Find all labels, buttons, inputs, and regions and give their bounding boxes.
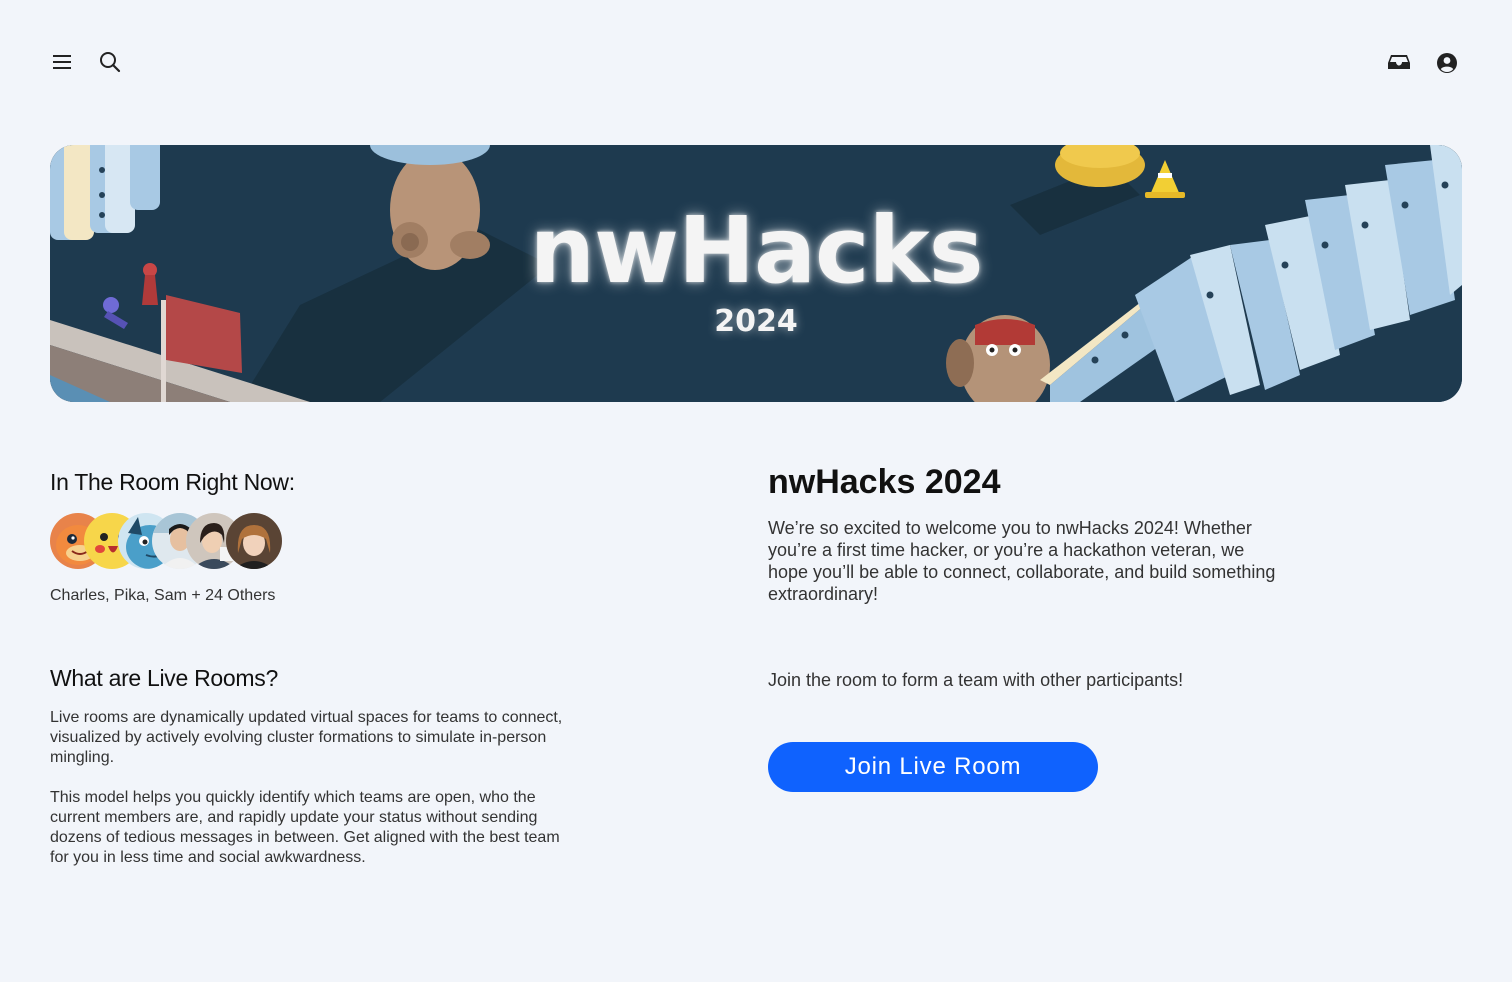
event-title: nwHacks 2024 — [768, 463, 1001, 501]
room-info-column: In The Room Right Now: Charles, Pika, Sa… — [50, 466, 570, 868]
avatar-stack[interactable] — [50, 513, 570, 571]
join-live-room-button[interactable]: Join Live Room — [768, 742, 1098, 792]
room-members-text: Charles, Pika, Sam + 24 Others — [50, 587, 276, 604]
top-bar — [0, 0, 1512, 125]
event-banner: nwHacks 2024 — [50, 145, 1462, 402]
join-hint: Join the room to form a team with other … — [768, 670, 1184, 690]
avatar[interactable] — [226, 513, 282, 569]
event-description: We’re so excited to welcome you to nwHac… — [768, 518, 1276, 604]
room-heading: In The Room Right Now: — [50, 469, 295, 495]
search-icon[interactable] — [96, 48, 124, 76]
event-info-column: nwHacks 2024 We’re so excited to welcome… — [768, 462, 1288, 792]
live-rooms-description: Live rooms are dynamically updated virtu… — [50, 709, 563, 766]
live-rooms-benefits: This model helps you quickly identify wh… — [50, 789, 560, 866]
account-icon[interactable] — [1433, 49, 1461, 77]
hamburger-menu-icon[interactable] — [48, 48, 76, 76]
banner-title: nwHacks — [529, 197, 983, 304]
banner-year: 2024 — [714, 304, 798, 339]
live-rooms-heading: What are Live Rooms? — [50, 665, 278, 691]
inbox-icon[interactable] — [1385, 48, 1413, 76]
